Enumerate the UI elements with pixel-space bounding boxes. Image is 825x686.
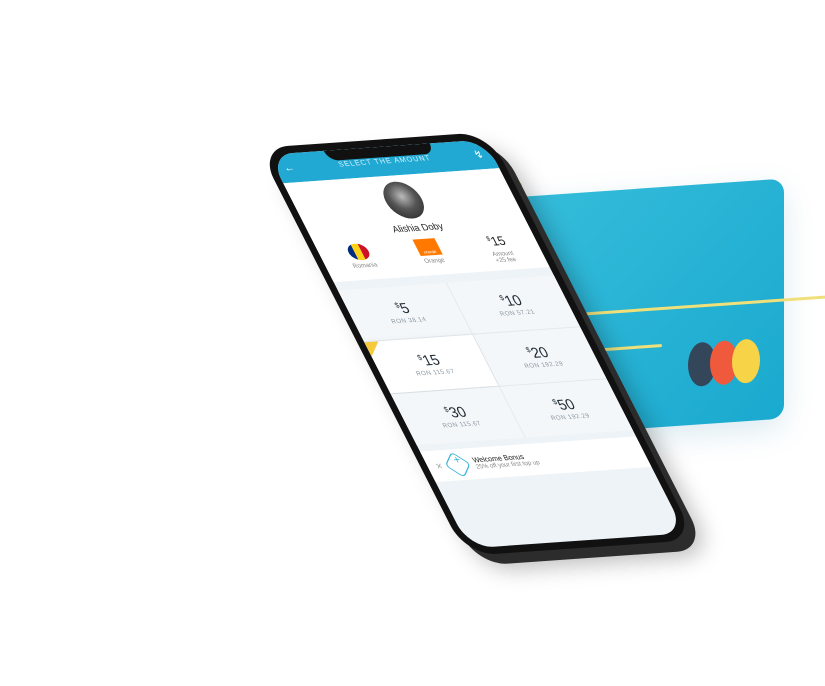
- operator-label: Orange: [423, 257, 447, 266]
- profile-section: Alishia Doby Romania orange Orange $15 A…: [283, 168, 550, 283]
- selected-amount-value: 15: [487, 233, 509, 249]
- operator-info[interactable]: orange Orange: [393, 237, 466, 267]
- amount-value: 30: [445, 403, 470, 421]
- phone-mockup: ← SELECT THE AMOUNT ↯ Alishia Doby Roman…: [150, 100, 696, 580]
- amount-value: 10: [500, 291, 525, 309]
- amount-info: $15 Amount +25 fee: [463, 232, 538, 266]
- amount-value: 15: [418, 351, 443, 369]
- arrow-left-icon[interactable]: ←: [281, 162, 298, 174]
- amount-grid: $5 RON 38.14 $10 RON 57.21 $15 RON 115.6…: [337, 275, 633, 446]
- amount-value: 50: [554, 395, 578, 413]
- selected-badge-icon: [364, 341, 386, 357]
- orange-logo-icon: orange: [412, 238, 443, 256]
- lightning-icon[interactable]: ↯: [472, 149, 487, 161]
- bonus-icon: [444, 451, 471, 478]
- amount-value: 20: [527, 343, 552, 361]
- avatar: [376, 180, 432, 220]
- phone-screen: ← SELECT THE AMOUNT ↯ Alishia Doby Roman…: [268, 139, 686, 549]
- welcome-bonus-banner[interactable]: ✕ Welcome Bonus 25% off your first top u…: [419, 436, 652, 483]
- selected-amount: $15: [463, 232, 530, 250]
- close-icon[interactable]: ✕: [433, 461, 444, 471]
- romania-flag-icon: [344, 243, 373, 261]
- country-info[interactable]: Romania: [324, 242, 397, 272]
- country-label: Romania: [351, 262, 380, 271]
